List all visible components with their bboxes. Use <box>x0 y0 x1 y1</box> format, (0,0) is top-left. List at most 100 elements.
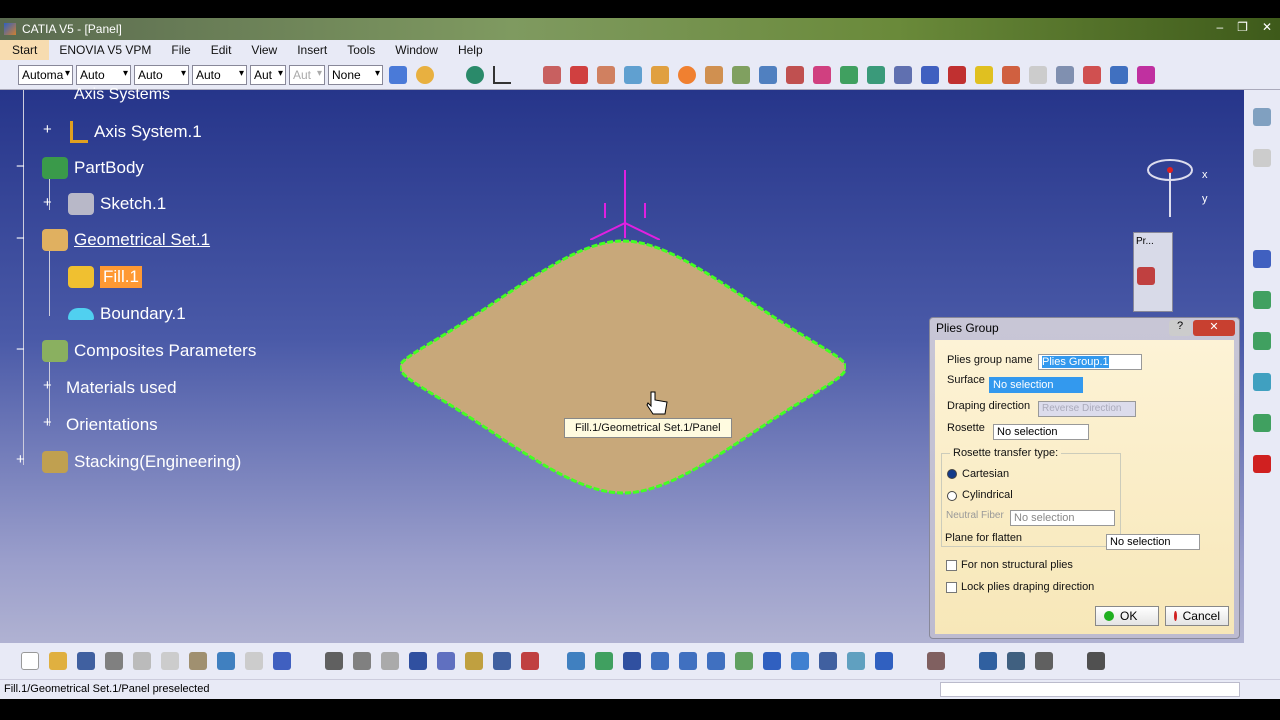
composites-tool-21-icon[interactable] <box>1083 65 1101 84</box>
menu-start[interactable]: Start <box>0 40 50 60</box>
expand-icon[interactable]: + <box>16 451 25 468</box>
painter-icon[interactable] <box>389 65 407 84</box>
minimize-button[interactable]: – <box>1216 20 1223 34</box>
print-icon[interactable] <box>105 652 123 670</box>
pan-icon[interactable] <box>623 652 641 670</box>
redo-icon[interactable] <box>245 652 263 670</box>
instantiate-icon[interactable] <box>465 652 483 670</box>
right-tool-1-icon[interactable] <box>1253 108 1271 126</box>
fit-all-icon[interactable] <box>595 652 613 670</box>
composites-tool-9-icon[interactable] <box>759 65 777 84</box>
select-arrow-icon[interactable] <box>1253 250 1271 268</box>
law-icon[interactable] <box>381 652 399 670</box>
composites-tool-14-icon[interactable] <box>894 65 912 84</box>
tree-node-sketch-1[interactable]: Sketch.1 <box>68 193 166 215</box>
dialog-close-button[interactable]: ✕ <box>1193 320 1235 336</box>
normal-view-icon[interactable] <box>735 652 753 670</box>
layer-select[interactable]: None <box>328 64 383 85</box>
non-structural-checkbox[interactable] <box>946 560 957 571</box>
tree-node-stacking[interactable]: Stacking(Engineering) <box>42 451 241 473</box>
tree-node-partbody[interactable]: PartBody <box>42 157 144 179</box>
composites-tool-2-icon[interactable] <box>570 65 588 84</box>
compass-icon[interactable]: x y <box>1140 152 1215 224</box>
menu-insert[interactable]: Insert <box>287 43 337 57</box>
fill-surface[interactable] <box>400 238 846 496</box>
cut-icon[interactable] <box>133 652 151 670</box>
composites-bottom-3-icon[interactable] <box>1035 652 1053 670</box>
right-tool-3-icon[interactable] <box>1253 291 1271 309</box>
right-tool-7-icon[interactable] <box>1253 455 1271 473</box>
axis-system-icon[interactable] <box>493 65 511 84</box>
tree-node-boundary-1[interactable]: Boundary.1 <box>68 304 186 324</box>
composites-bottom-1-icon[interactable] <box>979 652 997 670</box>
capture-icon[interactable] <box>927 652 945 670</box>
iso-view-icon[interactable] <box>791 652 809 670</box>
point-symbol-select[interactable]: Aut <box>250 64 286 85</box>
rosette-field[interactable]: No selection <box>993 424 1089 440</box>
dialog-help-button[interactable]: ? <box>1169 320 1191 336</box>
tree-node-orientations[interactable]: Orientations <box>66 415 158 435</box>
tree-node-fill-1[interactable]: Fill.1 <box>68 266 142 288</box>
tree-node-geometrical-set-1[interactable]: Geometrical Set.1 <box>42 229 210 251</box>
hide-show-icon[interactable] <box>847 652 865 670</box>
right-tool-2-icon[interactable] <box>1253 149 1271 167</box>
composites-tool-10-icon[interactable] <box>786 65 804 84</box>
camera-icon[interactable] <box>1087 652 1105 670</box>
open-icon[interactable] <box>49 652 67 670</box>
menu-window[interactable]: Window <box>385 43 448 57</box>
composites-tool-1-icon[interactable] <box>543 65 561 84</box>
fly-mode-icon[interactable] <box>567 652 585 670</box>
composites-tool-19-icon[interactable] <box>1029 65 1047 84</box>
right-tool-4-icon[interactable] <box>1253 332 1271 350</box>
color-select[interactable]: Automa <box>18 64 73 85</box>
zoom-in-icon[interactable] <box>679 652 697 670</box>
line-type-select[interactable]: Auto <box>192 64 247 85</box>
composites-tool-5-icon[interactable] <box>651 65 669 84</box>
composites-tool-20-icon[interactable] <box>1056 65 1074 84</box>
composites-tool-22-icon[interactable] <box>1110 65 1128 84</box>
knowledge-icon[interactable] <box>353 652 371 670</box>
menu-file[interactable]: File <box>161 43 200 57</box>
copy-icon[interactable] <box>161 652 179 670</box>
mini-tool-icon[interactable] <box>1137 267 1155 285</box>
swap-space-icon[interactable] <box>875 652 893 670</box>
multi-view-icon[interactable] <box>763 652 781 670</box>
measure-icon[interactable] <box>493 652 511 670</box>
shading-icon[interactable] <box>819 652 837 670</box>
expand-icon[interactable]: + <box>43 121 52 138</box>
composites-tool-23-icon[interactable] <box>1137 65 1155 84</box>
composites-tool-15-icon[interactable] <box>921 65 939 84</box>
reverse-direction-button[interactable]: Reverse Direction <box>1038 401 1136 417</box>
expand-icon[interactable]: + <box>43 414 52 431</box>
composites-tool-13-icon[interactable] <box>867 65 885 84</box>
surface-field[interactable]: No selection <box>989 377 1083 393</box>
rotate-icon[interactable] <box>651 652 669 670</box>
menu-edit[interactable]: Edit <box>201 43 242 57</box>
composites-tool-7-icon[interactable] <box>705 65 723 84</box>
line-thickness-select[interactable]: Auto <box>134 64 189 85</box>
analysis-icon[interactable] <box>521 652 539 670</box>
tree-node-materials-used[interactable]: Materials used <box>66 378 177 398</box>
formula-icon[interactable] <box>325 652 343 670</box>
power-input-field[interactable] <box>940 682 1240 697</box>
plies-group-name-input[interactable]: Plies Group.1 <box>1038 354 1142 370</box>
save-icon[interactable] <box>77 652 95 670</box>
composites-tool-16-icon[interactable] <box>948 65 966 84</box>
ok-button[interactable]: OK <box>1095 606 1159 626</box>
close-window-button[interactable]: ✕ <box>1262 20 1272 34</box>
right-tool-5-icon[interactable] <box>1253 373 1271 391</box>
neutral-fiber-field[interactable]: No selection <box>1010 510 1115 526</box>
tree-node-composites-parameters[interactable]: Composites Parameters <box>42 340 256 362</box>
paste-icon[interactable] <box>189 652 207 670</box>
menu-enovia[interactable]: ENOVIA V5 VPM <box>49 43 161 57</box>
zoom-out-icon[interactable] <box>707 652 725 670</box>
new-icon[interactable] <box>21 652 39 670</box>
tree-node-axis-systems[interactable]: Axis Systems <box>74 86 170 104</box>
composites-tool-8-icon[interactable] <box>732 65 750 84</box>
composites-tool-6-icon[interactable] <box>678 65 696 84</box>
cylindrical-radio[interactable] <box>947 491 957 501</box>
plane-for-flatten-field[interactable]: No selection <box>1106 534 1200 550</box>
rendering-style-select[interactable]: Aut <box>289 64 325 85</box>
composites-tool-3-icon[interactable] <box>597 65 615 84</box>
composites-tool-11-icon[interactable] <box>813 65 831 84</box>
